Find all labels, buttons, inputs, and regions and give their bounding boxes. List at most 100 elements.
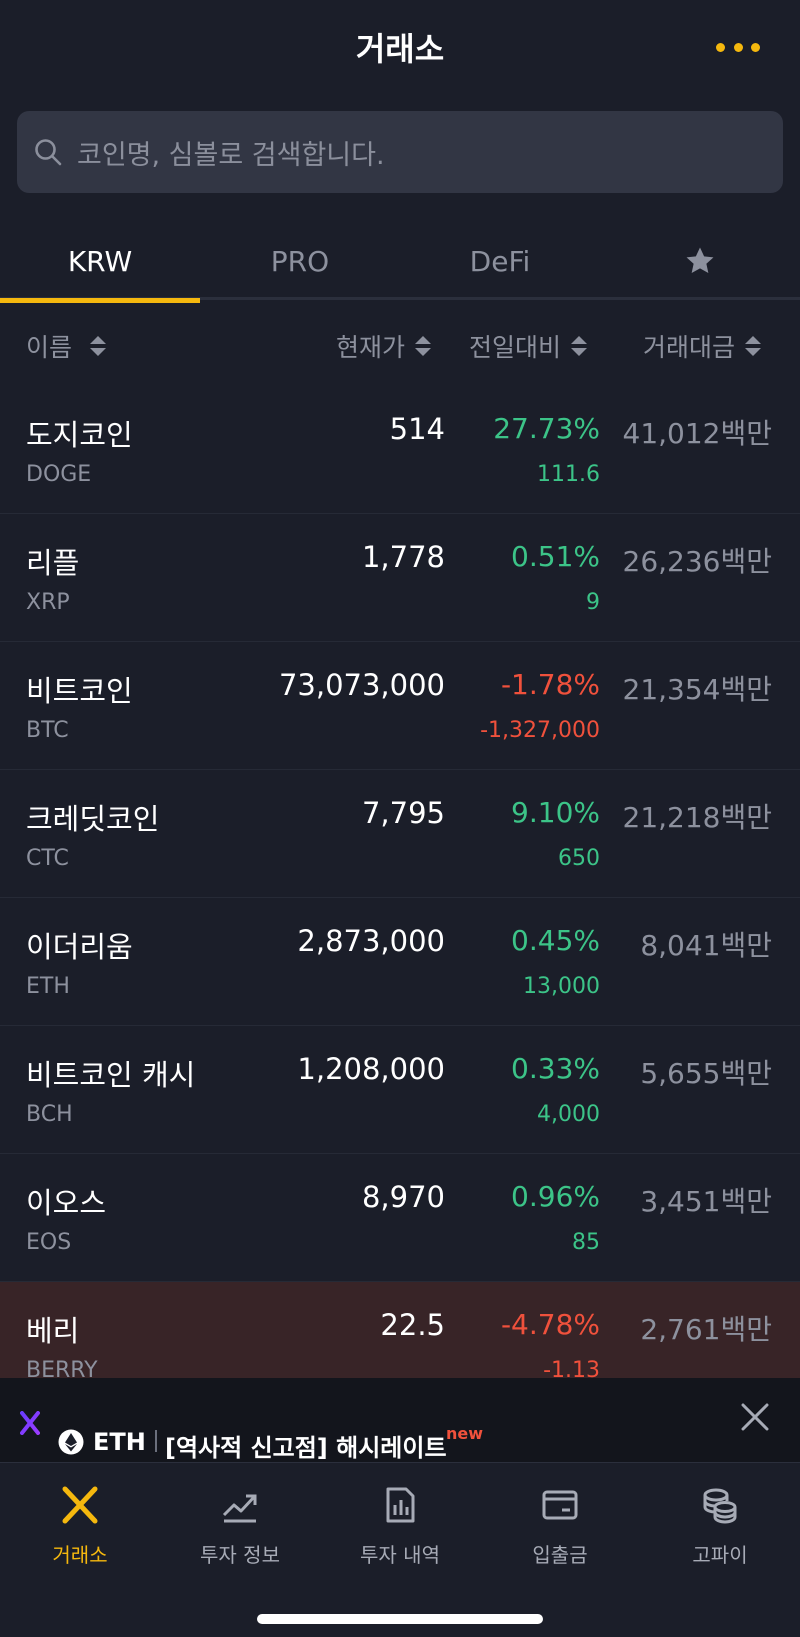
- coin-change-amount: 85: [572, 1230, 600, 1255]
- coin-symbol: BCH: [26, 1102, 73, 1127]
- column-price-label: 현재가: [336, 333, 406, 362]
- coin-name: 크레딧코인: [26, 802, 160, 836]
- coin-change-amount: 13,000: [523, 974, 600, 999]
- coin-change-amount: 650: [558, 846, 600, 871]
- coin-price: 514: [389, 412, 445, 446]
- market-tabs: KRW PRO DeFi: [0, 222, 800, 303]
- tab-favorites[interactable]: [600, 222, 800, 300]
- coin-symbol: CTC: [26, 846, 69, 871]
- search-icon: [35, 139, 62, 166]
- report-icon: [386, 1487, 415, 1523]
- coin-volume: 21,218백만: [622, 801, 773, 834]
- coin-change-amount: -1,327,000: [480, 718, 600, 743]
- nav-deposit-withdraw[interactable]: 입출금: [480, 1463, 640, 1583]
- banner-message: [역사적 신고점] 해시레이트: [165, 1434, 447, 1462]
- star-icon: [686, 247, 714, 274]
- nav-label: 투자 정보: [200, 1543, 280, 1567]
- coin-change-percent: 0.51%: [511, 540, 600, 573]
- chart-trend-icon: [222, 1494, 257, 1523]
- coin-symbol: DOGE: [26, 462, 92, 487]
- close-icon[interactable]: [740, 1402, 770, 1432]
- coin-name: 비트코인 캐시: [26, 1058, 196, 1092]
- home-indicator[interactable]: [257, 1614, 543, 1624]
- coin-change-percent: 0.33%: [511, 1052, 600, 1085]
- coin-name: 이더리움: [26, 930, 133, 964]
- coin-symbol: XRP: [26, 590, 70, 615]
- bottom-navigation: 거래소 투자 정보 투자 내역 입출금 고파이: [0, 1462, 800, 1637]
- search-placeholder: 코인명, 심볼로 검색합니다.: [77, 139, 385, 171]
- nav-label: 고파이: [692, 1543, 748, 1567]
- x-logo-icon: [20, 1411, 40, 1435]
- app-header: 거래소: [0, 0, 800, 96]
- coin-volume: 5,655백만: [640, 1057, 772, 1090]
- sort-icon: [415, 336, 432, 356]
- coin-volume: 2,761백만: [640, 1313, 772, 1346]
- coin-change-percent: -1.78%: [500, 668, 600, 701]
- coin-volume: 26,236백만: [622, 545, 773, 578]
- coin-price: 1,208,000: [297, 1052, 445, 1086]
- coin-price: 73,073,000: [278, 668, 445, 702]
- banner-coin: ETH: [93, 1428, 146, 1456]
- coin-symbol: EOS: [26, 1230, 72, 1255]
- coin-row-btc[interactable]: 비트코인 BTC 73,073,000 -1.78% -1,327,000 21…: [0, 642, 800, 770]
- nav-gopax[interactable]: 고파이: [640, 1463, 800, 1583]
- page-title: 거래소: [355, 30, 445, 68]
- coin-price: 7,795: [361, 796, 445, 830]
- column-header-row: 이름 현재가 전일대비 거래대금: [0, 300, 800, 386]
- coin-change-amount: 111.6: [537, 462, 600, 487]
- coin-row-ctc[interactable]: 크레딧코인 CTC 7,795 9.10% 650 21,218백만: [0, 770, 800, 898]
- coin-price: 8,970: [361, 1180, 445, 1214]
- coin-name: 베리: [26, 1314, 80, 1348]
- coin-row-eth[interactable]: 이더리움 ETH 2,873,000 0.45% 13,000 8,041백만: [0, 898, 800, 1026]
- sort-by-change[interactable]: 전일대비: [469, 328, 588, 364]
- coin-row-bch[interactable]: 비트코인 캐시 BCH 1,208,000 0.33% 4,000 5,655백…: [0, 1026, 800, 1154]
- wallet-icon: [542, 1490, 578, 1520]
- sort-by-price[interactable]: 현재가: [336, 328, 432, 364]
- coin-price: 2,873,000: [297, 924, 445, 958]
- coin-volume: 3,451백만: [640, 1185, 772, 1218]
- coin-symbol: BTC: [26, 718, 69, 743]
- tab-pro[interactable]: PRO: [200, 222, 400, 300]
- sort-icon: [745, 336, 762, 356]
- tab-defi[interactable]: DeFi: [400, 222, 600, 300]
- coin-price: 22.5: [380, 1308, 445, 1342]
- coin-row-eos[interactable]: 이오스 EOS 8,970 0.96% 85 3,451백만: [0, 1154, 800, 1282]
- nav-label: 입출금: [532, 1543, 588, 1567]
- notice-banner[interactable]: ETH [역사적 신고점] 해시레이트 new: [0, 1378, 800, 1462]
- coin-name: 도지코인: [26, 418, 133, 452]
- coin-name: 이오스: [26, 1186, 107, 1220]
- sort-by-volume[interactable]: 거래대금: [643, 328, 762, 364]
- coin-change-percent: 9.10%: [511, 796, 600, 829]
- coin-name: 리플: [26, 546, 80, 580]
- coin-symbol: ETH: [26, 974, 70, 999]
- nav-label: 거래소: [52, 1543, 108, 1567]
- tab-krw[interactable]: KRW: [0, 222, 200, 303]
- coin-volume: 21,354백만: [622, 673, 773, 706]
- more-options-icon[interactable]: [716, 36, 760, 58]
- sort-by-name[interactable]: 이름: [26, 328, 107, 364]
- coin-change-amount: 4,000: [537, 1102, 600, 1127]
- coin-volume: 41,012백만: [622, 417, 773, 450]
- nav-exchange[interactable]: 거래소: [0, 1463, 160, 1583]
- column-change-label: 전일대비: [469, 333, 562, 362]
- coin-volume: 8,041백만: [640, 929, 772, 962]
- search-input[interactable]: 코인명, 심볼로 검색합니다.: [17, 111, 783, 193]
- coin-change-percent: 0.45%: [511, 924, 600, 957]
- coin-row-xrp[interactable]: 리플 XRP 1,778 0.51% 9 26,236백만: [0, 514, 800, 642]
- column-name-label: 이름: [26, 333, 73, 362]
- nav-invest-history[interactable]: 투자 내역: [320, 1463, 480, 1583]
- column-volume-label: 거래대금: [643, 333, 736, 362]
- eth-icon: [58, 1429, 84, 1455]
- nav-invest-info[interactable]: 투자 정보: [160, 1463, 320, 1583]
- nav-label: 투자 내역: [360, 1543, 440, 1567]
- sort-icon: [571, 336, 588, 356]
- sort-icon: [90, 336, 107, 356]
- coin-change-percent: -4.78%: [500, 1308, 600, 1341]
- new-badge: new: [446, 1424, 484, 1443]
- exchange-icon: [62, 1486, 98, 1524]
- banner-divider: [155, 1430, 157, 1452]
- coin-list: 도지코인 DOGE 514 27.73% 111.6 41,012백만 리플 X…: [0, 386, 800, 1410]
- coin-change-percent: 27.73%: [493, 412, 600, 445]
- coin-price: 1,778: [361, 540, 445, 574]
- coin-row-doge[interactable]: 도지코인 DOGE 514 27.73% 111.6 41,012백만: [0, 386, 800, 514]
